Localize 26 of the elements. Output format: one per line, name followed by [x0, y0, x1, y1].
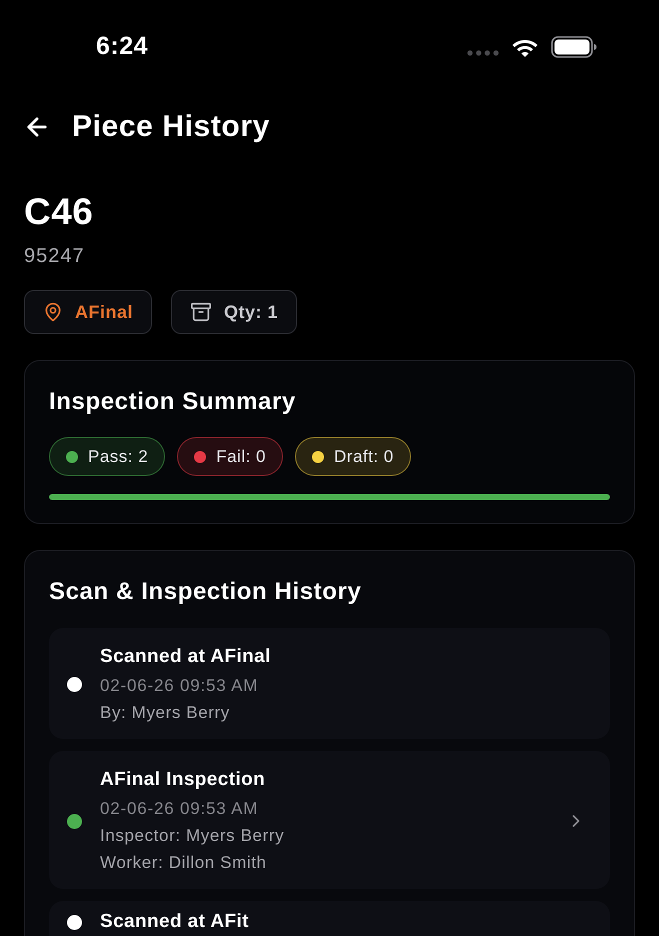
entry-date: 02-06-26 09:53 AM [100, 675, 260, 697]
count-label: Fail: 0 [216, 446, 266, 468]
count-label: Pass: 2 [88, 446, 148, 468]
entry-date: 02-06-26 09:53 AM [100, 798, 260, 820]
card-title: Inspection Summary [49, 387, 297, 417]
entry-detail: By: Myers Berry [100, 702, 231, 724]
entry-detail: Inspector: Myers Berry [100, 825, 286, 847]
page-title: Piece History [72, 109, 270, 145]
entry-title: Scanned at AFit [100, 910, 250, 934]
archive-box-icon [190, 301, 212, 323]
history-entry[interactable]: AFinal Inspection 02-06-26 09:53 AM Inspector: Myers Berry Worker: Dillon Smith [49, 751, 610, 889]
signal-icon [467, 50, 499, 56]
battery-icon [551, 36, 597, 58]
chip-label: Qty: 1 [224, 300, 278, 324]
status-time: 6:24 [96, 31, 148, 62]
entry-title: AFinal Inspection [100, 768, 266, 792]
piece-number: 95247 [24, 244, 86, 269]
history-entry[interactable]: Scanned at AFinal 02-06-26 09:53 AM By: Myers Berry [49, 628, 610, 739]
entry-title: Scanned at AFinal [100, 645, 272, 669]
history-entry[interactable]: Scanned at AFit [49, 901, 610, 936]
location-pin-icon [43, 302, 63, 322]
count-label: Draft: 0 [334, 446, 394, 468]
piece-code: C46 [24, 190, 94, 234]
entry-detail: Worker: Dillon Smith [100, 852, 268, 874]
chip-label: AFinal [75, 300, 134, 324]
card-title: Scan & Inspection History [49, 577, 362, 607]
